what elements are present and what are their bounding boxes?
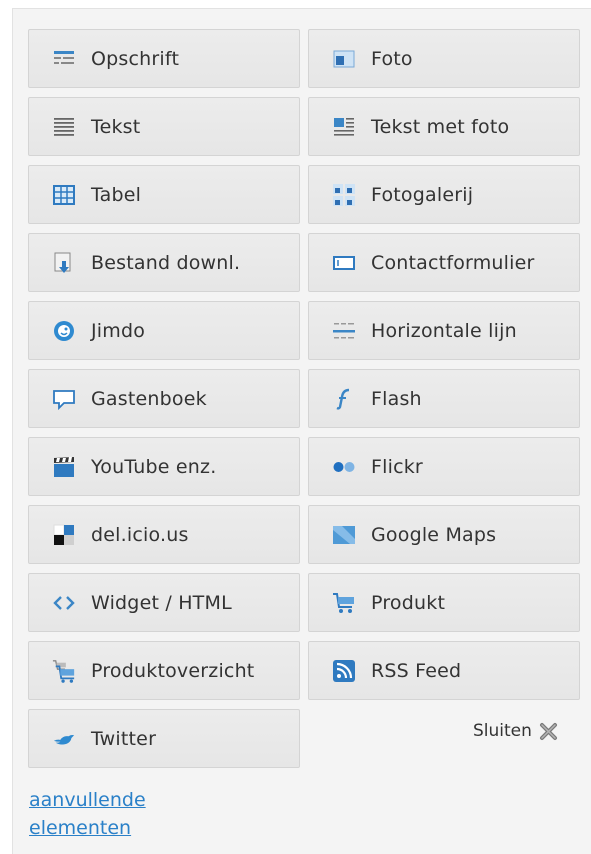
element-button-text[interactable]: Tekst bbox=[28, 97, 300, 156]
text-with-photo-icon bbox=[332, 115, 356, 139]
element-label: del.icio.us bbox=[91, 523, 189, 546]
horizontal-line-icon bbox=[332, 319, 356, 343]
element-label: Tekst met foto bbox=[371, 115, 510, 138]
element-label: Tekst bbox=[91, 115, 141, 138]
element-label: Widget / HTML bbox=[91, 591, 232, 614]
element-button-heading[interactable]: Opschrift bbox=[28, 29, 300, 88]
more-elements-link[interactable]: aanvullende elementen bbox=[29, 786, 229, 842]
element-button-youtube[interactable]: YouTube enz. bbox=[28, 437, 300, 496]
heading-icon bbox=[52, 47, 76, 71]
element-label: Foto bbox=[371, 47, 413, 70]
element-button-twitter[interactable]: Twitter bbox=[28, 709, 300, 768]
flickr-icon bbox=[332, 455, 356, 479]
close-button[interactable]: Sluiten bbox=[473, 721, 558, 741]
cart-overview-icon bbox=[52, 659, 76, 683]
video-icon bbox=[52, 455, 76, 479]
element-label: YouTube enz. bbox=[91, 455, 217, 478]
twitter-bird-icon bbox=[52, 727, 76, 751]
jimdo-icon bbox=[52, 319, 76, 343]
element-button-table[interactable]: Tabel bbox=[28, 165, 300, 224]
element-label: Jimdo bbox=[91, 319, 146, 342]
element-label: Flickr bbox=[371, 455, 423, 478]
contact-form-icon bbox=[332, 251, 356, 275]
element-button-google-maps[interactable]: Google Maps bbox=[308, 505, 580, 564]
element-button-product[interactable]: Produkt bbox=[308, 573, 580, 632]
element-button-widget-html[interactable]: Widget / HTML bbox=[28, 573, 300, 632]
element-label: Gastenboek bbox=[91, 387, 207, 410]
element-label: Produktoverzicht bbox=[91, 659, 255, 682]
rss-icon bbox=[332, 659, 356, 683]
more-elements-link-line2[interactable]: elementen bbox=[29, 814, 229, 842]
element-label: Contactformulier bbox=[371, 251, 535, 274]
photo-gallery-icon bbox=[332, 183, 356, 207]
element-label: Bestand downl. bbox=[91, 251, 241, 274]
element-button-flickr[interactable]: Flickr bbox=[308, 437, 580, 496]
delicious-icon bbox=[52, 523, 76, 547]
text-icon bbox=[52, 115, 76, 139]
element-label: Opschrift bbox=[91, 47, 180, 70]
element-button-text-with-photo[interactable]: Tekst met foto bbox=[308, 97, 580, 156]
element-label: Fotogalerij bbox=[371, 183, 474, 206]
element-label: Tabel bbox=[91, 183, 142, 206]
element-label: Produkt bbox=[371, 591, 446, 614]
guestbook-icon bbox=[52, 387, 76, 411]
close-label: Sluiten bbox=[473, 721, 532, 741]
element-label: Horizontale lijn bbox=[371, 319, 517, 342]
element-label: Google Maps bbox=[371, 523, 497, 546]
element-label: Flash bbox=[371, 387, 422, 410]
element-button-contact-form[interactable]: Contactformulier bbox=[308, 233, 580, 292]
code-icon bbox=[52, 591, 76, 615]
table-icon bbox=[52, 183, 76, 207]
cart-icon bbox=[332, 591, 356, 615]
element-button-rss-feed[interactable]: RSS Feed bbox=[308, 641, 580, 700]
element-button-photo-gallery[interactable]: Fotogalerij bbox=[308, 165, 580, 224]
element-label: RSS Feed bbox=[371, 659, 462, 682]
element-button-guestbook[interactable]: Gastenboek bbox=[28, 369, 300, 428]
close-x-icon bbox=[539, 722, 558, 741]
element-button-delicious[interactable]: del.icio.us bbox=[28, 505, 300, 564]
photo-icon bbox=[332, 47, 356, 71]
element-label: Twitter bbox=[91, 727, 157, 750]
element-button-product-overview[interactable]: Produktoverzicht bbox=[28, 641, 300, 700]
more-elements-link-line1[interactable]: aanvullende bbox=[29, 786, 229, 814]
map-icon bbox=[332, 523, 356, 547]
flash-icon bbox=[332, 387, 356, 411]
element-button-jimdo[interactable]: Jimdo bbox=[28, 301, 300, 360]
element-button-flash[interactable]: Flash bbox=[308, 369, 580, 428]
element-buttons-grid: Opschrift Foto Tekst Tekst met foto Tabe… bbox=[28, 29, 580, 768]
element-button-horizontal-line[interactable]: Horizontale lijn bbox=[308, 301, 580, 360]
element-button-photo[interactable]: Foto bbox=[308, 29, 580, 88]
file-download-icon bbox=[52, 251, 76, 275]
element-button-file-download[interactable]: Bestand downl. bbox=[28, 233, 300, 292]
